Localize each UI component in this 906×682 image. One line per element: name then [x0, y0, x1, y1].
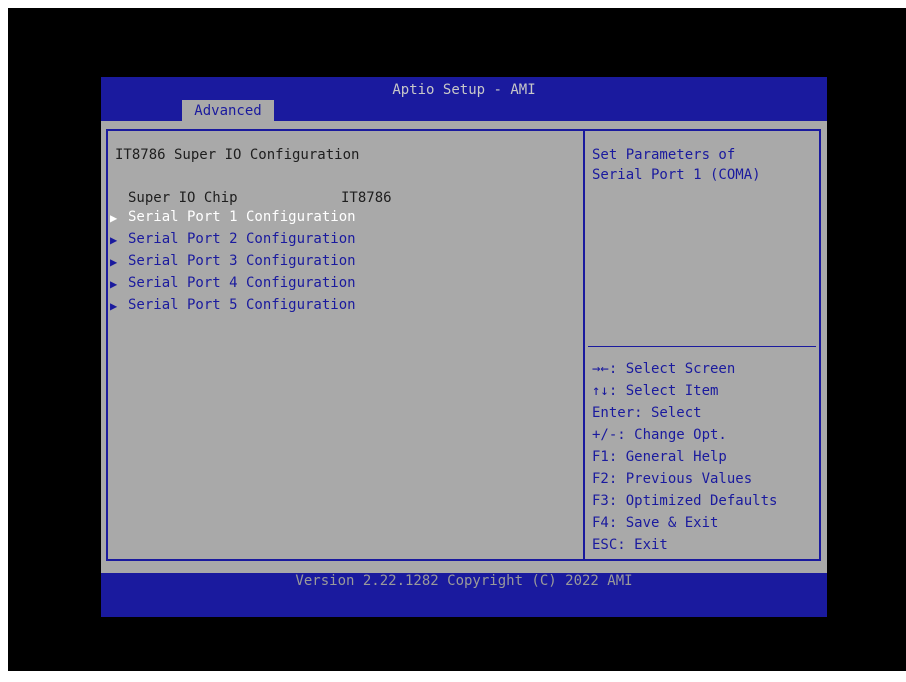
triangle-right-icon: ▶: [110, 255, 118, 269]
key-enter-select: Enter: Select: [592, 405, 702, 421]
serial-port-4-label: Serial Port 4 Configuration: [128, 275, 356, 291]
panel-divider: [583, 129, 585, 561]
serial-port-3-label: Serial Port 3 Configuration: [128, 253, 356, 269]
key-select-item: ↑↓: Select Item: [592, 383, 719, 399]
key-optimized-defaults: F3: Optimized Defaults: [592, 493, 778, 509]
footer-bar: Version 2.22.1282 Copyright (C) 2022 AMI: [101, 573, 827, 617]
tab-advanced[interactable]: Advanced: [182, 100, 274, 122]
serial-port-2-label: Serial Port 2 Configuration: [128, 231, 356, 247]
triangle-right-icon: ▶: [110, 211, 118, 225]
key-save-exit: F4: Save & Exit: [592, 515, 719, 531]
setup-title: Aptio Setup - AMI: [392, 82, 536, 98]
key-change-opt: +/-: Change Opt.: [592, 427, 727, 443]
section-heading: IT8786 Super IO Configuration: [115, 147, 360, 163]
key-previous-values: F2: Previous Values: [592, 471, 753, 487]
version-copyright: Version 2.22.1282 Copyright (C) 2022 AMI: [295, 573, 633, 589]
triangle-right-icon: ▶: [110, 233, 118, 247]
key-esc-exit: ESC: Exit: [592, 537, 668, 553]
super-io-chip-value: IT8786: [341, 190, 392, 206]
help-divider: [588, 346, 816, 347]
triangle-right-icon: ▶: [110, 299, 118, 313]
super-io-chip-label: Super IO Chip: [128, 190, 238, 206]
serial-port-1-label: Serial Port 1 Configuration: [128, 209, 356, 225]
serial-port-5-label: Serial Port 5 Configuration: [128, 297, 356, 313]
triangle-right-icon: ▶: [110, 277, 118, 291]
key-select-screen: →←: Select Screen: [592, 361, 736, 377]
help-text-line-2: Serial Port 1 (COMA): [592, 167, 761, 183]
help-text-line-1: Set Parameters of: [592, 147, 736, 163]
key-general-help: F1: General Help: [592, 449, 727, 465]
